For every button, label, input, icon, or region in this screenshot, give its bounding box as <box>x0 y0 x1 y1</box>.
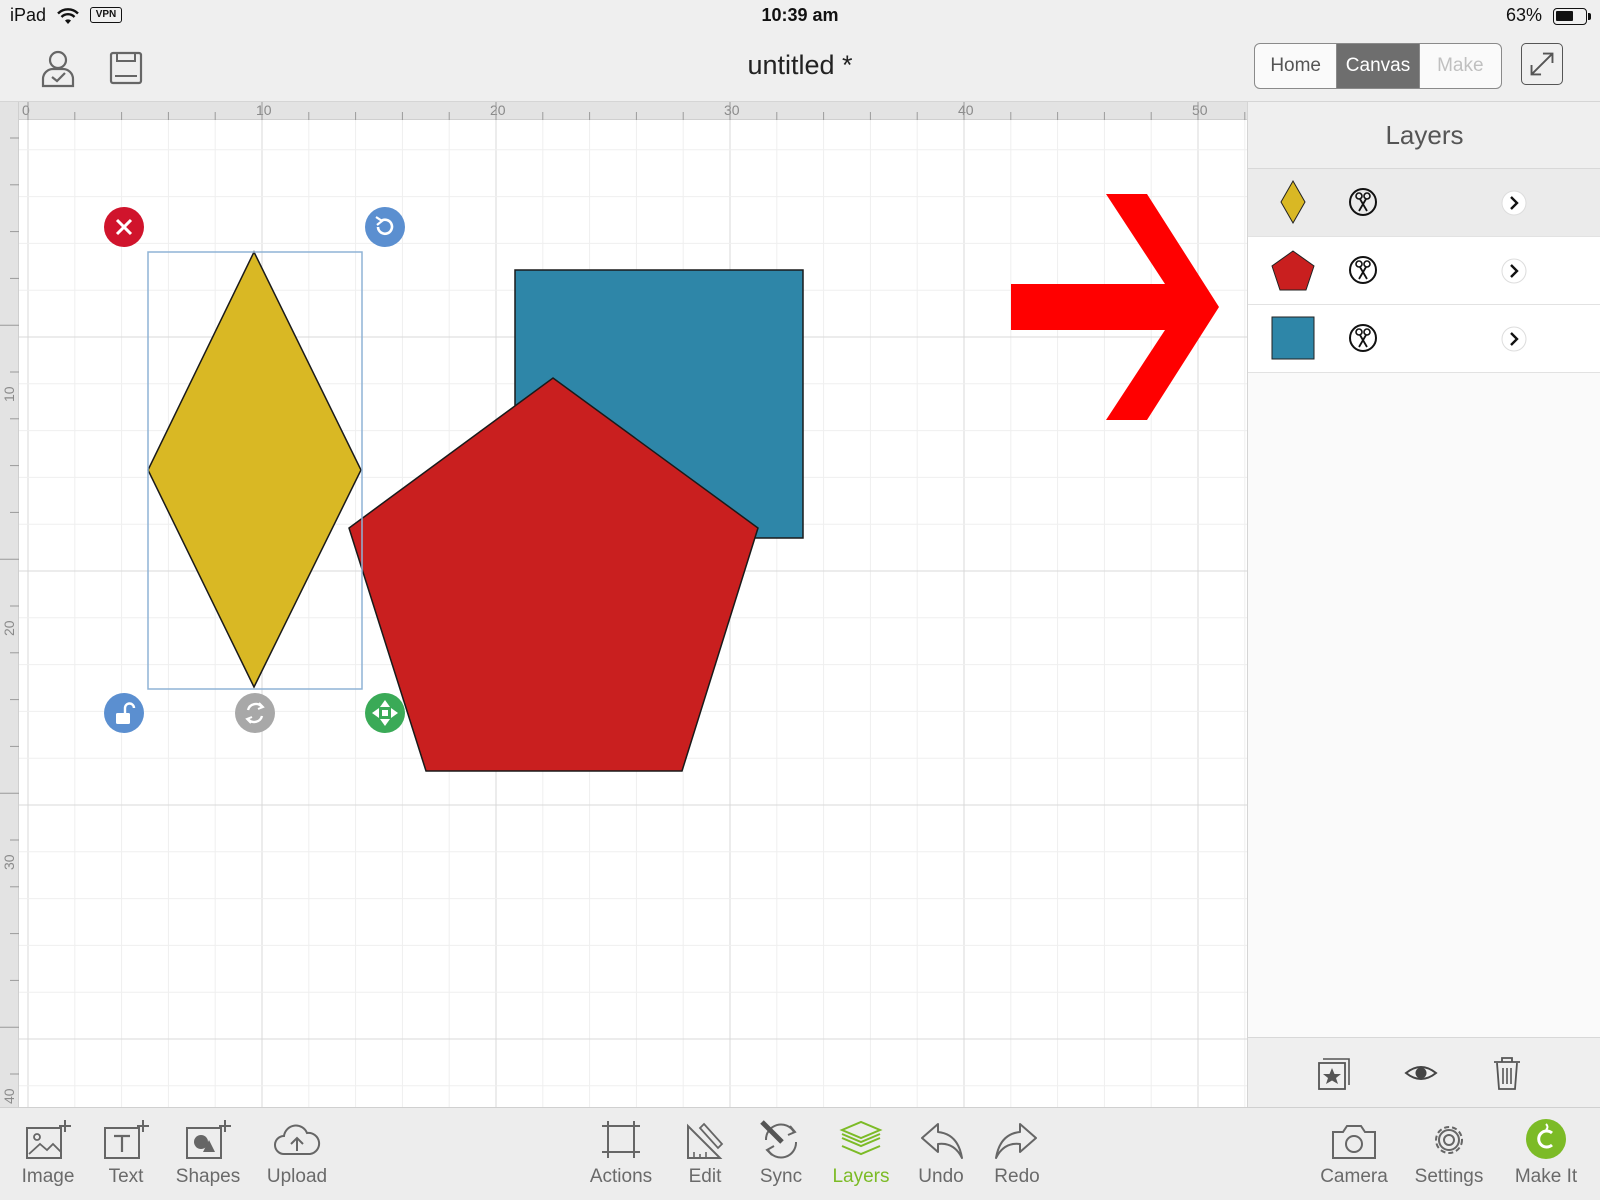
chevron-right-icon[interactable] <box>1501 258 1527 284</box>
undo-button[interactable]: Undo <box>901 1118 981 1198</box>
image-star-icon[interactable] <box>1317 1055 1351 1091</box>
scissors-cut-icon[interactable] <box>1348 255 1378 285</box>
shapes-button[interactable]: Shapes <box>168 1118 248 1198</box>
edit-button-label: Edit <box>688 1166 722 1187</box>
sync-button-label: Sync <box>759 1166 803 1187</box>
status-bar: iPad VPN 10:39 am 63% <box>0 0 1600 34</box>
upload-button-label: Upload <box>266 1166 328 1187</box>
design-canvas[interactable] <box>19 120 1247 1107</box>
layer-row[interactable] <box>1248 305 1600 373</box>
chevron-right-icon[interactable] <box>1501 326 1527 352</box>
tab-canvas[interactable]: Canvas <box>1337 44 1420 88</box>
layers-icon <box>839 1120 883 1156</box>
annotation-arrow <box>1011 194 1219 420</box>
image-button[interactable]: Image <box>8 1118 88 1198</box>
clock: 10:39 am <box>761 5 839 25</box>
resize-handle[interactable] <box>365 693 405 733</box>
make-it-icon <box>1526 1119 1566 1159</box>
chevron-right-icon[interactable] <box>1501 190 1527 216</box>
camera-button[interactable]: Camera <box>1314 1118 1394 1198</box>
ruler-horizontal: 0 10 20 30 40 50 <box>0 102 1247 120</box>
flip-handle[interactable] <box>235 693 275 733</box>
diamond-shape[interactable] <box>147 250 362 689</box>
image-add-icon <box>26 1120 71 1159</box>
sync-icon <box>760 1120 798 1159</box>
ruler-label: 20 <box>490 102 506 118</box>
layer-row[interactable] <box>1248 237 1600 305</box>
make-it-button-label: Make It <box>1514 1166 1578 1187</box>
camera-button-label: Camera <box>1320 1166 1388 1187</box>
layers-panel-title: Layers <box>1248 102 1600 169</box>
ruler-label: 30 <box>1 854 17 870</box>
actions-button[interactable]: Actions <box>581 1118 661 1198</box>
ruler-label: 0 <box>22 102 30 118</box>
layers-panel: Layers <box>1247 102 1600 1107</box>
make-it-button[interactable]: Make It <box>1506 1118 1586 1198</box>
ruler-label: 10 <box>1 386 17 402</box>
text-button-label: Text <box>108 1166 144 1187</box>
ruler-label: 20 <box>1 620 17 636</box>
text-button[interactable]: Text <box>86 1118 166 1198</box>
ruler-label: 10 <box>256 102 272 118</box>
pentagon-layer-thumbnail <box>1271 250 1315 291</box>
undo-icon <box>921 1123 963 1159</box>
trash-icon[interactable] <box>1490 1055 1524 1091</box>
tab-make[interactable]: Make <box>1420 44 1501 88</box>
layer-row[interactable] <box>1248 169 1600 237</box>
edit-button[interactable]: Edit <box>665 1118 745 1198</box>
expand-arrows-icon[interactable] <box>1521 43 1563 85</box>
redo-button[interactable]: Redo <box>977 1118 1057 1198</box>
ruler-label: 30 <box>724 102 740 118</box>
top-bar: untitled * Home Canvas Make <box>0 34 1600 102</box>
gear-icon <box>1435 1126 1463 1154</box>
rotate-handle[interactable] <box>365 207 405 247</box>
battery-percent: 63% <box>1506 5 1543 25</box>
ruler-label: 40 <box>1 1088 17 1104</box>
cloud-upload-icon <box>274 1124 321 1155</box>
edit-icon <box>687 1122 724 1159</box>
layers-button[interactable]: Layers <box>821 1118 901 1198</box>
layers-button-label: Layers <box>832 1166 890 1187</box>
ruler-label: 40 <box>958 102 974 118</box>
square-layer-thumbnail <box>1271 316 1315 360</box>
shapes-button-label: Shapes <box>175 1166 241 1187</box>
image-button-label: Image <box>21 1166 75 1187</box>
scissors-cut-icon[interactable] <box>1348 323 1378 353</box>
actions-icon <box>602 1121 640 1158</box>
scissors-cut-icon[interactable] <box>1348 187 1378 217</box>
camera-icon <box>1332 1125 1376 1159</box>
text-add-icon <box>104 1120 149 1159</box>
ruler-label: 50 <box>1192 102 1208 118</box>
bottom-toolbar: Image Text Shapes Upload Actions Edit Sy… <box>0 1107 1600 1200</box>
layers-footer <box>1248 1037 1600 1107</box>
undo-button-label: Undo <box>918 1166 964 1187</box>
ruler-vertical: 10 20 30 40 <box>0 102 19 1107</box>
upload-button[interactable]: Upload <box>257 1118 337 1198</box>
actions-button-label: Actions <box>589 1166 653 1187</box>
eye-icon[interactable] <box>1404 1055 1438 1091</box>
settings-button-label: Settings <box>1414 1166 1484 1187</box>
mode-segmented-control: Home Canvas Make <box>1254 43 1502 89</box>
redo-icon <box>995 1123 1037 1159</box>
redo-button-label: Redo <box>994 1166 1040 1187</box>
tab-home[interactable]: Home <box>1255 44 1338 88</box>
battery-icon <box>1553 8 1587 25</box>
shapes-add-icon <box>186 1120 231 1159</box>
delete-handle[interactable] <box>104 207 144 247</box>
lock-handle[interactable] <box>104 693 144 733</box>
sync-button[interactable]: Sync <box>741 1118 821 1198</box>
diamond-layer-thumbnail <box>1280 179 1306 225</box>
settings-button[interactable]: Settings <box>1409 1118 1489 1198</box>
